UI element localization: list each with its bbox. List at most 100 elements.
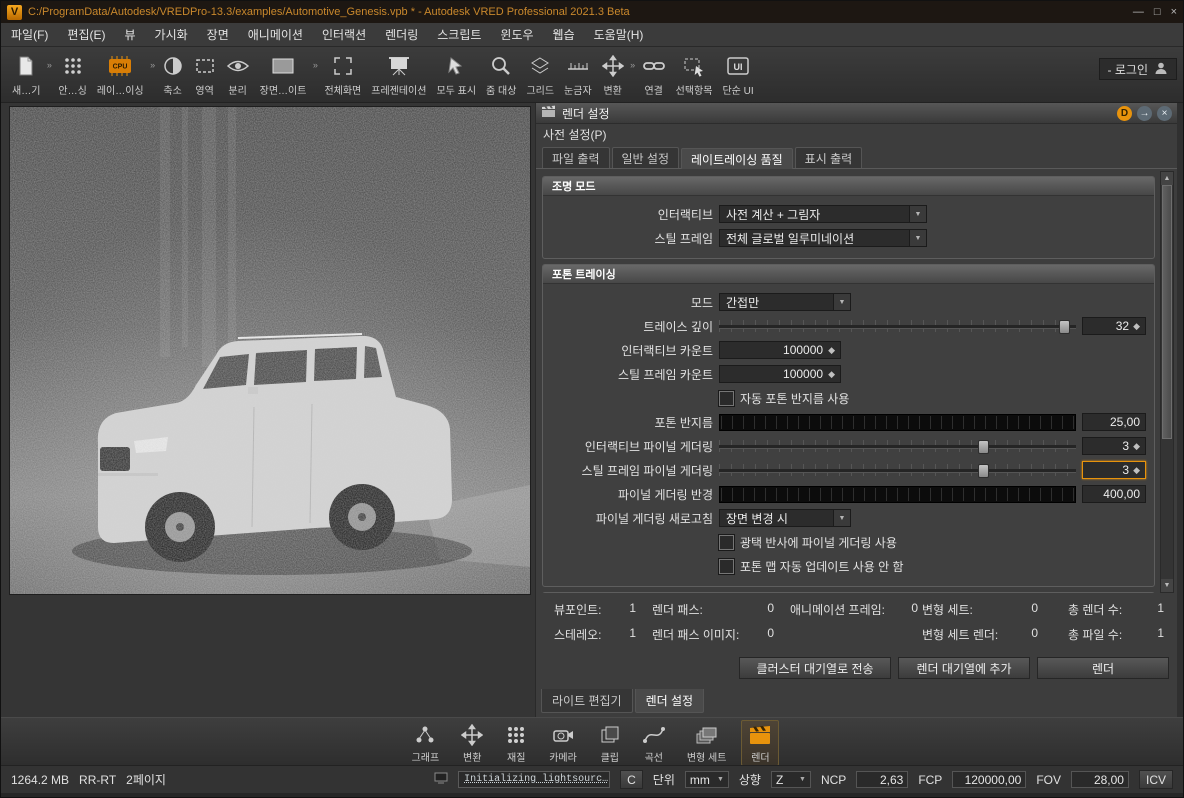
menu-scene[interactable]: 장면	[207, 26, 229, 43]
dock-material[interactable]: 재질	[498, 720, 534, 766]
icv-button[interactable]: ICV	[1138, 770, 1173, 789]
maximize-button[interactable]: □	[1154, 6, 1161, 18]
titlebar[interactable]: V C:/ProgramData/Autodesk/VREDPro-13.3/e…	[1, 1, 1183, 23]
close-button[interactable]: ×	[1171, 6, 1177, 18]
menu-window[interactable]: 윈도우	[500, 26, 533, 43]
still-final-gathering-slider[interactable]	[719, 462, 1076, 478]
render-button[interactable]: 렌더	[1037, 657, 1169, 679]
menu-help[interactable]: 도움말(H)	[594, 26, 644, 43]
spinner-diamond-icon[interactable]: ◆	[1133, 441, 1140, 452]
menu-web[interactable]: 웹습	[553, 26, 575, 43]
still-count-spinbox[interactable]: 100000 ◆	[719, 365, 841, 383]
panel-header[interactable]: 렌더 설정 D → ×	[536, 103, 1177, 124]
dock-transform[interactable]: 변환	[454, 720, 490, 766]
toolbar-transform[interactable]: 변환	[597, 50, 629, 98]
toolbar-show-all[interactable]: 모두 표시	[431, 50, 481, 98]
spinner-diamond-icon[interactable]: ◆	[828, 369, 835, 380]
slider-thumb[interactable]	[978, 464, 990, 478]
tab-file-output[interactable]: 파일 출력	[542, 147, 610, 168]
dock-camera[interactable]: 카메라	[542, 720, 584, 766]
preset-menu[interactable]: 사전 설정(P)	[536, 124, 1177, 144]
toolbar-antialiasing[interactable]: 안…싱	[53, 50, 91, 98]
toolbar-scene-plate[interactable]: 장면…이트	[255, 50, 312, 98]
photon-radius-slider[interactable]	[719, 413, 1076, 431]
scroll-up-icon[interactable]: ▲	[1161, 172, 1173, 185]
tab-light-editor[interactable]: 라이트 편집기	[541, 689, 633, 713]
dock-d-badge[interactable]: D	[1117, 105, 1132, 121]
still-frame-illumination-dropdown[interactable]: 전체 글로벌 일루미네이션 ▼	[719, 229, 927, 247]
glossy-final-gathering-checkbox[interactable]	[718, 533, 735, 551]
toolbar-overflow-chevron[interactable]: »	[311, 60, 319, 70]
final-gathering-refresh-dropdown[interactable]: 장면 변경 시 ▼	[719, 509, 851, 527]
photon-mode-dropdown[interactable]: 간접만 ▼	[719, 293, 851, 311]
interactive-final-gathering-value[interactable]: 3 ◆	[1082, 437, 1146, 455]
toolbar-selection[interactable]: 선택항목	[671, 50, 718, 98]
toolbar-fullscreen[interactable]: 전체화면	[319, 50, 366, 98]
spinner-diamond-icon[interactable]: ◆	[828, 345, 835, 356]
toolbar-region[interactable]: 영역	[189, 50, 221, 98]
menu-edit[interactable]: 편집(E)	[67, 26, 105, 43]
fcp-field[interactable]: 120000,00	[952, 771, 1027, 788]
tab-render-settings[interactable]: 렌더 설정	[634, 689, 705, 713]
trace-depth-value[interactable]: 32 ◆	[1082, 317, 1146, 335]
menu-file[interactable]: 파일(F)	[11, 26, 48, 43]
tab-general-settings[interactable]: 일반 설정	[611, 147, 679, 168]
dock-variant-sets[interactable]: 변형 세트	[680, 720, 734, 766]
spinner-diamond-icon[interactable]: ◆	[1133, 465, 1140, 476]
dock-curve[interactable]: 곡선	[636, 720, 672, 766]
toolbar-overflow-chevron[interactable]: »	[149, 60, 157, 70]
final-gathering-radius-value[interactable]: 400,00	[1082, 485, 1146, 503]
interactive-final-gathering-slider[interactable]	[719, 438, 1076, 454]
interactive-count-spinbox[interactable]: 100000 ◆	[719, 341, 841, 359]
dock-clip[interactable]: 클립	[592, 720, 628, 766]
still-final-gathering-value[interactable]: 3 ◆	[1082, 461, 1146, 479]
interactive-illumination-dropdown[interactable]: 사전 계산 + 그림자 ▼	[719, 205, 927, 223]
tab-raytracing-quality[interactable]: 레이트레이싱 품질	[681, 148, 793, 169]
add-to-render-queue-button[interactable]: 렌더 대기열에 추가	[898, 657, 1030, 679]
toolbar-new-scene[interactable]: 새…기	[7, 50, 45, 98]
auto-photon-radius-checkbox[interactable]	[718, 389, 735, 407]
toolbar-detach[interactable]: 분리	[221, 50, 255, 98]
toolbar-minimize-render[interactable]: 축소	[157, 50, 189, 98]
menu-interaction[interactable]: 인터랙션	[322, 26, 366, 43]
menu-rendering[interactable]: 렌더링	[385, 26, 418, 43]
undock-arrow-icon[interactable]: →	[1137, 105, 1152, 121]
menu-animation[interactable]: 애니메이션	[248, 26, 303, 43]
toolbar-grid[interactable]: 그리드	[521, 50, 559, 98]
toolbar-connect[interactable]: 연결	[637, 50, 671, 98]
toolbar-ruler[interactable]: 눈금자	[559, 50, 597, 98]
up-axis-dropdown[interactable]: Z ▼	[770, 771, 811, 788]
photon-map-no-update-checkbox[interactable]	[718, 557, 735, 575]
login-button[interactable]: - 로그인	[1098, 58, 1177, 80]
slider-thumb[interactable]	[1059, 320, 1071, 334]
tab-display-output[interactable]: 표시 출력	[794, 147, 863, 168]
toolbar-presentation[interactable]: 프레젠테이션	[366, 50, 431, 98]
send-to-cluster-queue-button[interactable]: 클러스터 대기열로 전송	[739, 657, 891, 679]
unit-dropdown[interactable]: mm ▼	[684, 771, 729, 788]
scroll-down-icon[interactable]: ▼	[1161, 579, 1173, 592]
toolbar-raytracing-cpu[interactable]: CPU 레이…이싱	[92, 50, 149, 98]
fov-field[interactable]: 28,00	[1070, 771, 1129, 788]
menu-script[interactable]: 스크립트	[437, 26, 481, 43]
toolbar-overflow-chevron[interactable]: »	[629, 60, 637, 70]
spinner-diamond-icon[interactable]: ◆	[1133, 321, 1140, 332]
dock-scenegraph[interactable]: 그래프	[405, 720, 447, 766]
ncp-field[interactable]: 2,63	[856, 771, 909, 788]
trace-depth-slider[interactable]	[719, 318, 1076, 334]
menu-visualization[interactable]: 가시화	[155, 26, 188, 43]
final-gathering-radius-slider[interactable]	[719, 485, 1076, 503]
photon-radius-value[interactable]: 25,00	[1082, 413, 1146, 431]
toolbar-zoom-to[interactable]: 줌 대상	[481, 50, 521, 98]
toolbar-simple-ui[interactable]: UI 단순 UI	[717, 50, 758, 98]
dock-render[interactable]: 렌더	[741, 720, 780, 766]
minimize-button[interactable]: —	[1133, 6, 1144, 18]
c-toggle-button[interactable]: C	[620, 770, 643, 789]
toolbar-overflow-chevron[interactable]: »	[45, 60, 53, 70]
panel-close-icon[interactable]: ×	[1157, 105, 1172, 121]
menu-view[interactable]: 뷰	[124, 26, 135, 43]
scrollbar-thumb[interactable]	[1162, 185, 1172, 439]
render-viewport[interactable]	[1, 103, 535, 717]
slider-thumb[interactable]	[978, 440, 990, 454]
raytraced-preview-image[interactable]	[9, 106, 531, 595]
panel-scrollbar[interactable]: ▲ ▼	[1160, 171, 1174, 593]
